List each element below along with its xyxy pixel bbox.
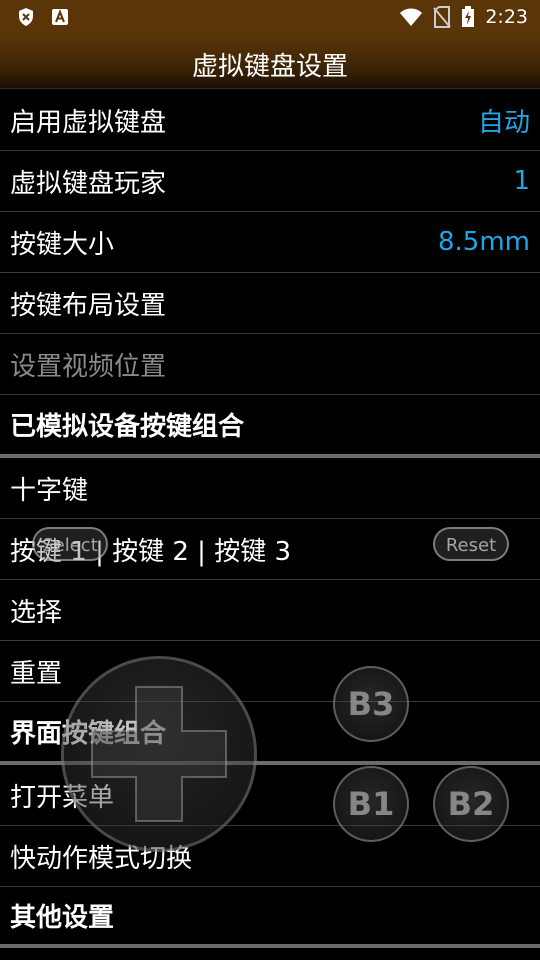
section-header-label: 其他设置 (10, 903, 115, 933)
list-item-label: 虚拟键盘玩家 (10, 168, 167, 199)
list-item-value: 自动 (477, 107, 530, 138)
page-title: 虚拟键盘设置 (191, 52, 348, 82)
select-button[interactable]: Select (32, 527, 108, 561)
status-left-icons (16, 7, 70, 27)
section-header-other-settings: 其他设置 (0, 887, 540, 948)
b3-button[interactable]: B3 (333, 666, 409, 742)
dpad[interactable] (61, 656, 257, 852)
list-item-value: 8.5mm (437, 227, 530, 257)
b2-button[interactable]: B2 (433, 766, 509, 842)
b1-button[interactable]: B1 (333, 766, 409, 842)
list-item-button-size[interactable]: 按键大小 8.5mm (0, 212, 540, 273)
list-item-enable-virtual-keyboard[interactable]: 启用虚拟键盘 自动 (0, 90, 540, 151)
font-a-icon (52, 9, 68, 25)
status-right-icons: 2:23 (399, 6, 528, 28)
list-item-label: 按键大小 (10, 229, 115, 260)
list-item-label: 十字键 (10, 475, 89, 506)
dpad-cross-icon (91, 686, 227, 822)
reset-button[interactable]: Reset (433, 527, 509, 561)
section-header-emulated-buttons: 已模拟设备按键组合 (0, 395, 540, 458)
list-item-video-position: 设置视频位置 (0, 334, 540, 395)
list-item-label: 按键布局设置 (10, 290, 167, 321)
list-item-label: 选择 (10, 597, 63, 628)
list-item-virtual-keyboard-player[interactable]: 虚拟键盘玩家 1 (0, 151, 540, 212)
title-bar: 虚拟键盘设置 (0, 36, 540, 89)
list-item-label: 设置视频位置 (10, 351, 167, 382)
list-item-label: 重置 (10, 658, 63, 689)
wifi-icon (400, 8, 423, 26)
section-header-label: 已模拟设备按键组合 (10, 412, 245, 442)
list-item-value: 1 (513, 166, 530, 196)
status-bar: 2:23 (0, 0, 540, 36)
status-time: 2:23 (485, 6, 528, 28)
list-item-dpad[interactable]: 十字键 (0, 458, 540, 519)
no-sim-icon (433, 6, 452, 28)
list-item-select[interactable]: 选择 (0, 580, 540, 641)
shield-icon (19, 8, 33, 26)
list-item-button-layout[interactable]: 按键布局设置 (0, 273, 540, 334)
battery-charging-icon (462, 6, 475, 27)
list-item-label: 启用虚拟键盘 (10, 107, 167, 138)
